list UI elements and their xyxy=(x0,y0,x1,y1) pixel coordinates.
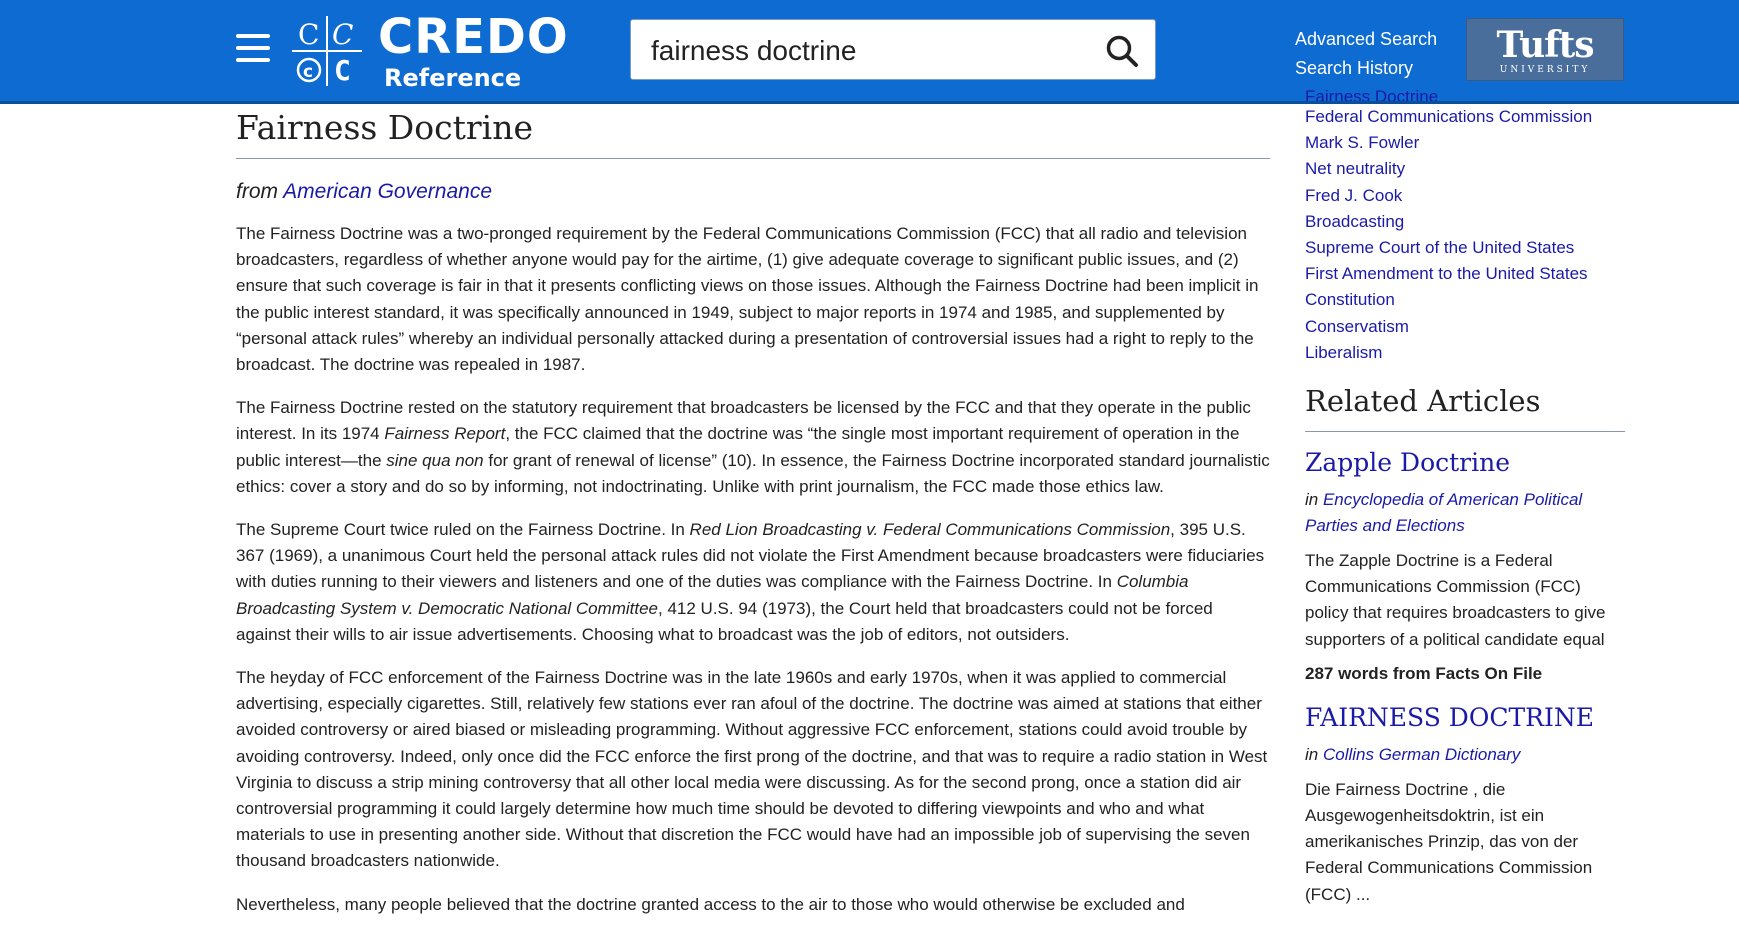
brand-name: CREDO xyxy=(378,9,569,65)
keyword-link[interactable]: Fred J. Cook xyxy=(1305,186,1402,205)
article-paragraph: Nevertheless, many people believed that … xyxy=(236,894,1185,914)
source-link[interactable]: American Governance xyxy=(283,180,492,203)
list-item: First Amendment to the United States Con… xyxy=(1305,261,1625,313)
related-article-title[interactable]: FAIRNESS DOCTRINE xyxy=(1305,701,1625,735)
advanced-search-link[interactable]: Advanced Search xyxy=(1295,25,1437,54)
list-item: Net neutrality xyxy=(1305,156,1625,182)
keyword-link[interactable]: First Amendment to the United States Con… xyxy=(1305,264,1588,309)
svg-text:C: C xyxy=(298,18,319,51)
related-article: Zapple Doctrine in Encyclopedia of Ameri… xyxy=(1305,446,1625,687)
from-label: from xyxy=(236,180,278,203)
brand-subtitle: Reference xyxy=(384,64,522,92)
article-paragraph: The Fairness Doctrine was a two-pronged … xyxy=(236,224,1259,375)
related-divider xyxy=(1305,431,1625,433)
article-paragraph: The heyday of FCC enforcement of the Fai… xyxy=(236,668,1268,871)
top-header: C C c C CREDO Reference Advanced Search … xyxy=(0,0,1739,101)
related-articles-heading: Related Articles xyxy=(1305,384,1541,419)
related-article-source: in Encyclopedia of American Political Pa… xyxy=(1305,490,1583,536)
title-divider xyxy=(236,158,1270,159)
keyword-link[interactable]: Federal Communications Commission xyxy=(1305,107,1592,126)
article-title: Fairness Doctrine xyxy=(236,108,533,147)
list-item: Federal Communications Commission xyxy=(1305,104,1625,130)
related-article-title[interactable]: Zapple Doctrine xyxy=(1305,446,1625,480)
list-item: Fred J. Cook xyxy=(1305,183,1625,209)
related-article-snippet: Die Fairness Doctrine , die Ausgewogenhe… xyxy=(1305,779,1593,904)
header-links: Advanced Search Search History xyxy=(1295,25,1437,83)
list-item: Conservatism xyxy=(1305,314,1625,340)
list-item: Liberalism xyxy=(1305,340,1625,366)
list-item: Supreme Court of the United States xyxy=(1305,235,1625,261)
keyword-link[interactable]: Liberalism xyxy=(1305,343,1382,362)
keyword-list: Federal Communications Commission Mark S… xyxy=(1305,104,1625,366)
article-main: Fairness Doctrine from American Governan… xyxy=(236,104,1270,935)
search-box xyxy=(630,19,1156,80)
related-article-wordcount: 287 words from Facts On File xyxy=(1305,663,1543,683)
institution-name: Tufts xyxy=(1496,24,1594,66)
search-icon[interactable] xyxy=(1105,34,1139,68)
list-item: Broadcasting xyxy=(1305,209,1625,235)
search-history-link[interactable]: Search History xyxy=(1295,54,1437,83)
svg-text:c: c xyxy=(303,62,313,82)
related-article: FAIRNESS DOCTRINE in Collins German Dict… xyxy=(1305,701,1625,908)
tufts-logo[interactable]: Tufts UNIVERSITY xyxy=(1466,18,1624,81)
keyword-link-partial[interactable]: Fairness Doctrine xyxy=(1305,87,1438,101)
related-source-link[interactable]: Collins German Dictionary xyxy=(1323,745,1520,764)
article-paragraph: The Fairness Doctrine rested on the stat… xyxy=(236,398,1270,496)
related-article-snippet: The Zapple Doctrine is a Federal Communi… xyxy=(1305,551,1606,649)
keyword-link[interactable]: Broadcasting xyxy=(1305,212,1404,231)
credo-logo-mark-icon: C C c C xyxy=(292,16,362,87)
svg-text:C: C xyxy=(332,18,353,51)
keyword-link[interactable]: Net neutrality xyxy=(1305,159,1405,178)
article-paragraph: The Supreme Court twice ruled on the Fai… xyxy=(236,520,1265,644)
keyword-link[interactable]: Mark S. Fowler xyxy=(1305,133,1419,152)
svg-text:C: C xyxy=(334,54,351,87)
institution-subtitle: UNIVERSITY xyxy=(1499,65,1591,75)
hamburger-menu-icon[interactable] xyxy=(236,34,270,66)
list-item: Mark S. Fowler xyxy=(1305,130,1625,156)
credo-logo[interactable]: C C c C CREDO Reference xyxy=(290,10,570,92)
related-source-link[interactable]: Encyclopedia of American Political Parti… xyxy=(1305,490,1582,535)
keyword-link[interactable]: Conservatism xyxy=(1305,317,1409,336)
related-article-source: in Collins German Dictionary xyxy=(1305,744,1521,764)
sidebar: Federal Communications Commission Mark S… xyxy=(1305,104,1625,908)
article-source-line: from American Governance xyxy=(236,175,1270,209)
keyword-link[interactable]: Supreme Court of the United States xyxy=(1305,238,1574,257)
search-input[interactable] xyxy=(649,28,1083,74)
